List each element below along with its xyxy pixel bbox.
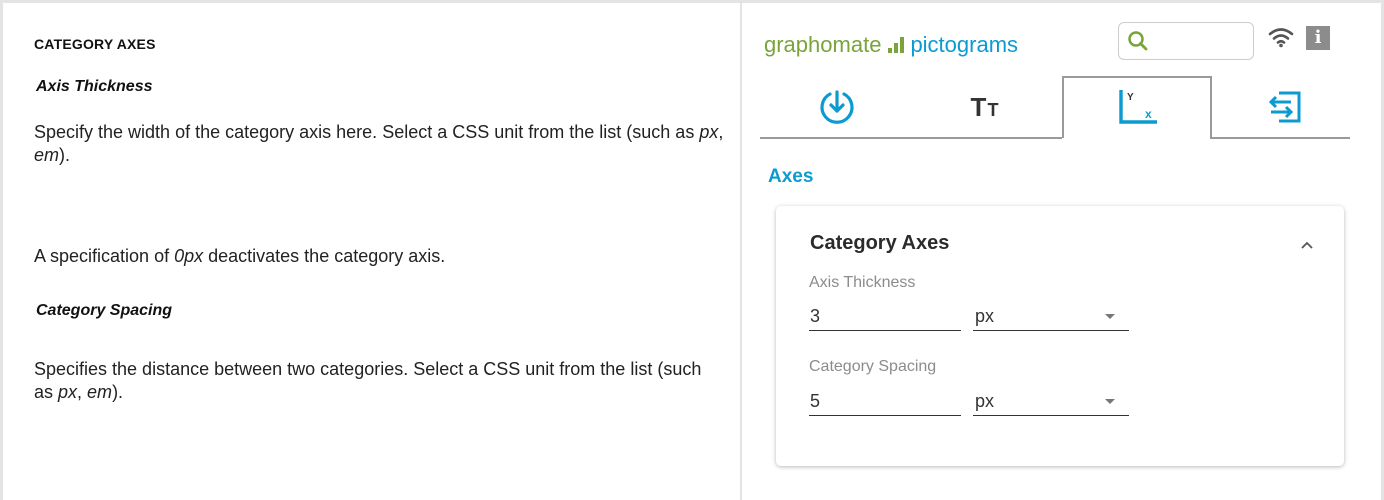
text-run: , [77,382,88,402]
wifi-icon[interactable] [1268,26,1294,48]
text-size-icon: TT [971,92,1000,123]
chevron-up-icon[interactable] [1300,240,1314,250]
category-axes-card: Category Axes Axis Thickness px Category… [776,206,1344,466]
section-title-axes: Axes [768,166,814,187]
tab-text[interactable]: TT [910,76,1060,138]
text-run: , [718,122,724,142]
doc-heading: CATEGORY AXES [34,36,156,52]
category-spacing-label: Category Spacing [809,358,937,375]
text-run-italic: px [699,122,719,142]
dropdown-caret-icon [1105,399,1115,404]
frame-left-border [0,0,3,500]
info-icon[interactable]: i [1306,26,1330,50]
text-run: A specification of [34,246,175,266]
text-size-small: T [987,99,1000,120]
text-run: Specify the width of the category axis h… [34,122,700,142]
doc-subheading-category-spacing: Category Spacing [36,302,173,319]
brand-text-grapho: grapho [764,32,833,57]
category-spacing-unit-value: px [975,391,995,411]
category-spacing-input[interactable] [809,386,961,416]
axis-thickness-label: Axis Thickness [809,274,916,291]
doc-paragraph-category-spacing: Specifies the distance between two categ… [34,358,724,404]
text-run-italic: px [58,382,78,402]
dropdown-caret-icon [1105,314,1115,319]
axis-thickness-unit-select[interactable]: px [973,301,1129,331]
text-run-italic: em [34,145,60,165]
axes-icon-y-label: Y [1127,92,1134,103]
axis-thickness-unit-value: px [975,306,995,326]
text-run: ). [59,145,71,165]
doc-paragraph-axis-thickness: Specify the width of the category axis h… [34,121,724,167]
doc-paragraph-zero-px: A specification of 0px deactivates the c… [34,245,724,268]
brand-bars-icon [888,37,905,53]
brand-logo: grapho mate pictograms [764,30,1018,60]
search-input[interactable] [1118,22,1254,60]
axes-icon: Y x [1119,90,1157,124]
download-circle-icon [820,90,854,124]
text-run: deactivates the category axis. [203,246,446,266]
export-icon [1268,91,1301,123]
tab-axes[interactable]: Y x [1062,76,1212,138]
doc-subheading-axis-thickness: Axis Thickness [36,78,153,95]
tab-export[interactable] [1210,76,1360,138]
text-run: ). [112,382,124,402]
category-spacing-unit-select[interactable]: px [973,386,1129,416]
brand-text-pictograms: pictograms [910,32,1019,57]
text-run: Specifies the distance between two categ… [34,359,702,402]
settings-panel: grapho mate pictograms i TT Y x Axes Cat… [742,0,1381,500]
panel-tabs: TT Y x [760,76,1350,139]
text-run-italic: 0px [174,246,204,266]
brand-text-mate: mate [832,32,882,57]
axis-thickness-input[interactable] [809,301,961,331]
search-icon [1128,31,1148,51]
text-run-italic: em [87,382,113,402]
axes-icon-x-label: x [1145,107,1152,121]
tab-download[interactable] [762,76,912,138]
card-title: Category Axes [810,232,950,254]
text-size-big: T [970,91,988,122]
